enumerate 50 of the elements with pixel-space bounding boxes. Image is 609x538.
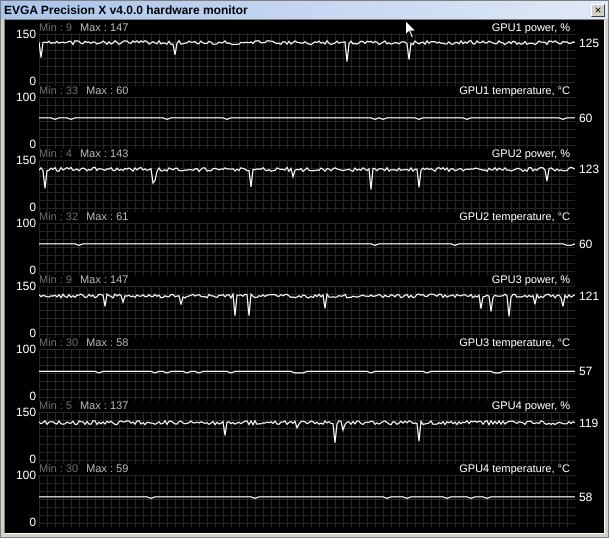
max-reading: Max : 147 [80,274,128,286]
min-reading: Min : 9 [39,274,72,286]
current-reading: 58 [578,490,594,504]
window-title: EVGA Precision X v4.0.0 hardware monitor [4,3,248,17]
axis-label: 0 [29,75,36,87]
min-reading: Min : 32 [39,211,78,223]
current-reading: 60 [578,236,594,251]
graph-title: GPU4 power, % [492,400,570,412]
graph-title: GPU2 power, % [492,148,570,160]
max-reading: Max : 58 [86,337,128,349]
min-reading: Min : 5 [39,400,72,412]
axis-label: 0 [29,516,36,528]
current-reading: 125 [578,36,600,50]
axis-label: 0 [29,390,36,402]
axis-label: 100 [16,343,36,355]
close-button[interactable]: × [591,4,605,16]
min-reading: Min : 30 [39,463,78,475]
axis-label: 150 [16,154,36,166]
max-reading: Max : 59 [86,463,128,475]
graph-title: GPU2 temperature, °C [459,211,570,223]
axis-label: 100 [16,91,36,103]
graph-title: GPU1 temperature, °C [459,85,570,97]
axis-label: 100 [16,217,36,229]
axis-label: 150 [16,28,36,40]
axis-label: 0 [29,138,36,150]
max-reading: Max : 60 [86,85,128,97]
min-reading: Min : 4 [39,148,72,160]
current-reading: 119 [578,416,600,430]
min-reading: Min : 9 [39,22,72,34]
max-reading: Max : 143 [80,148,128,160]
max-reading: Max : 147 [80,22,128,34]
axis-label: 0 [29,264,36,276]
current-reading: 123 [578,162,600,176]
current-reading: 57 [578,364,594,378]
axis-label: 0 [29,327,36,339]
graph-title: GPU3 temperature, °C [459,337,570,349]
graph-title: GPU3 power, % [492,274,570,286]
min-reading: Min : 30 [39,337,78,349]
axis-label: 0 [29,453,36,465]
current-reading: 60 [578,110,594,125]
min-reading: Min : 33 [39,85,78,97]
current-reading: 121 [578,289,600,304]
axis-label: 150 [16,280,36,292]
axis-label: 0 [29,201,36,213]
graph-title: GPU4 temperature, °C [459,463,570,475]
max-reading: Max : 137 [80,400,128,412]
max-reading: Max : 61 [86,211,128,223]
axis-label: 150 [16,406,36,418]
axis-label: 100 [16,469,36,481]
graph-title: GPU1 power, % [492,22,570,34]
